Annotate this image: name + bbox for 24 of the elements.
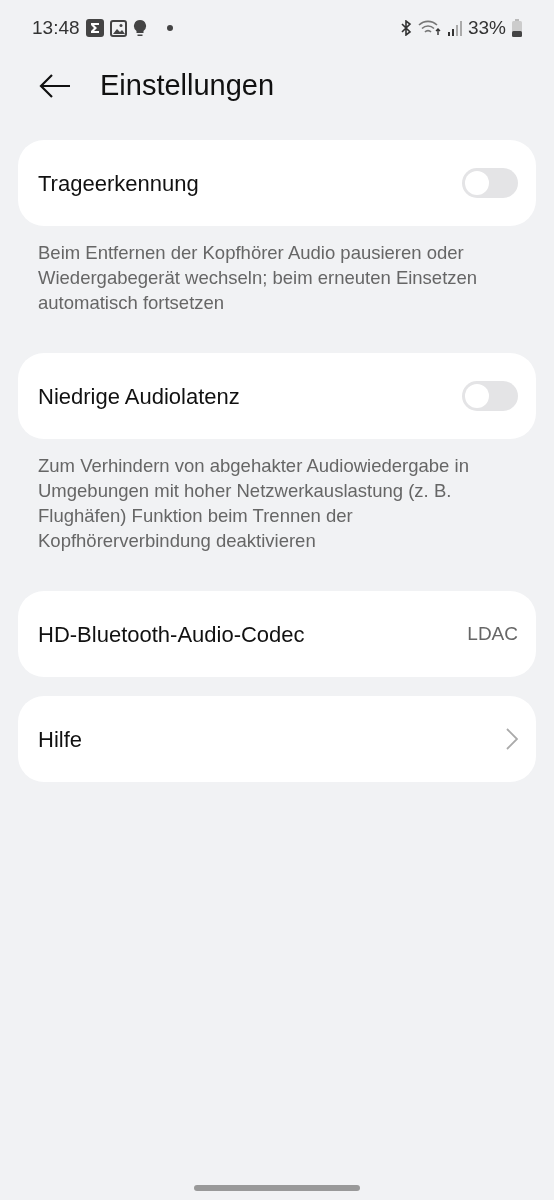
toggle-switch[interactable] [462, 168, 518, 198]
bluetooth-icon [399, 20, 412, 36]
settings-row[interactable]: HD-Bluetooth-Audio-Codec LDAC [18, 591, 536, 677]
toggle-switch[interactable] [462, 381, 518, 411]
settings-row[interactable]: Hilfe [18, 696, 536, 782]
chevron-right-icon [506, 728, 518, 750]
page-title: Einstellungen [100, 68, 275, 104]
setting-label: Hilfe [38, 725, 82, 754]
battery-percentage: 33% [467, 15, 506, 40]
setting-label: Trageerkennung [38, 169, 199, 198]
setting-description: Beim Entfernen der Kopfhörer Audio pausieren oder Wiedergabegerät wechseln; beim erneuten Einsetzen automatisch fortsetzen [37, 241, 479, 315]
status-time: 13:48 [32, 15, 80, 40]
sigma-icon [85, 19, 104, 37]
wifi-icon [417, 20, 442, 36]
setting-value: LDAC [467, 621, 518, 646]
settings-row[interactable]: Niedrige Audiolatenz [18, 353, 536, 439]
setting-label: Niedrige Audiolatenz [38, 382, 240, 411]
battery-icon [512, 19, 522, 37]
setting-description: Zum Verhindern von abgehakter Audiowiedergabe in Umgebungen mit hoher Netzwerkauslastung (z. B. Flughäfen) Funktion beim Trennen der Kopfhörerverbindung deaktivieren [37, 454, 470, 553]
setting-label: HD-Bluetooth-Audio-Codec [38, 620, 305, 649]
settings-row[interactable]: Trageerkennung [18, 140, 536, 226]
signal-icon [447, 20, 462, 36]
lightbulb-icon [132, 19, 147, 37]
image-icon [109, 19, 127, 37]
